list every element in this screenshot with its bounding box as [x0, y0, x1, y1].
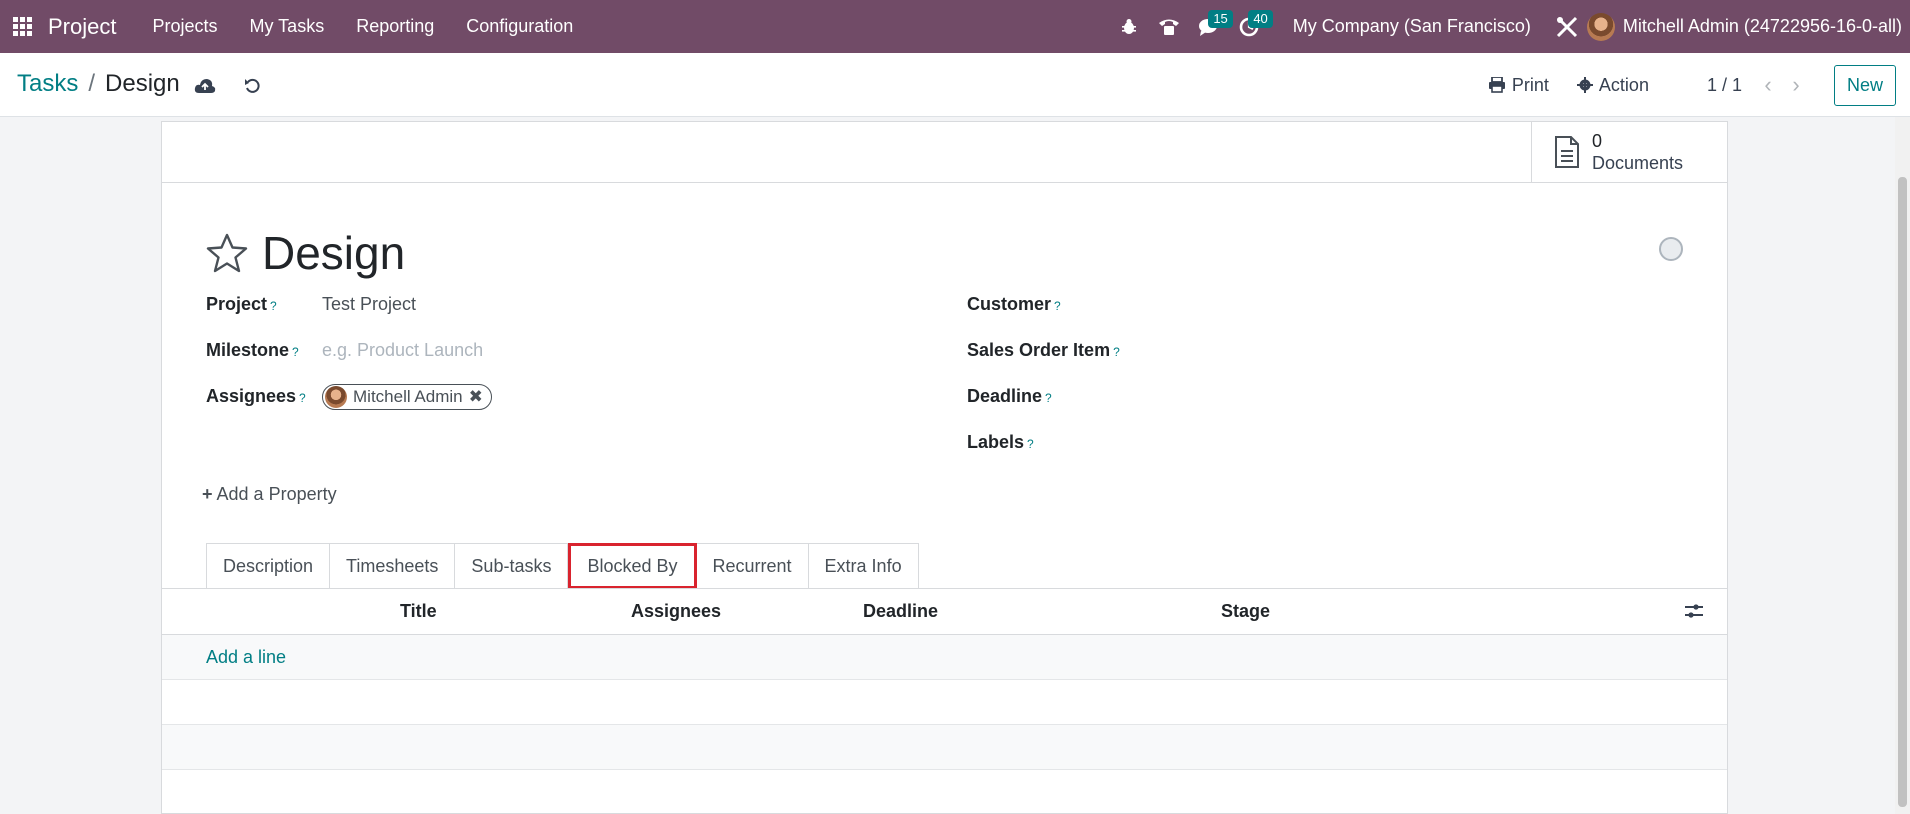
main-menu: Projects My Tasks Reporting Configuratio… [136, 0, 589, 53]
print-button[interactable]: Print [1488, 75, 1549, 96]
deadline-field: Deadline? [967, 386, 1052, 407]
add-property-label: Add a Property [216, 484, 337, 504]
activities-clock-icon[interactable]: 40 [1229, 0, 1273, 53]
tab-blocked-by[interactable]: Blocked By [568, 543, 697, 589]
column-title[interactable]: Title [400, 601, 437, 622]
empty-row [162, 770, 1727, 814]
customer-help[interactable]: ? [1054, 299, 1061, 313]
plus-icon: + [202, 484, 213, 504]
breadcrumb: Tasks / Design [17, 70, 180, 98]
tab-timesheets[interactable]: Timesheets [330, 543, 456, 589]
breadcrumb-tasks[interactable]: Tasks [17, 70, 78, 98]
column-assignees[interactable]: Assignees [631, 601, 721, 622]
sales-order-item-help[interactable]: ? [1113, 345, 1120, 359]
action-button[interactable]: Action [1576, 74, 1649, 96]
smart-button-box: 0 Documents [162, 122, 1727, 183]
add-line-row: Add a line [162, 635, 1727, 680]
milestone-label: Milestone [206, 340, 290, 360]
documents-count: 0 [1592, 131, 1603, 151]
milestone-field: Milestone? e.g. Product Launch [206, 340, 483, 361]
new-button[interactable]: New [1833, 64, 1896, 106]
pager-previous-icon[interactable]: ‹ [1754, 72, 1782, 98]
apps-menu-icon[interactable] [2, 0, 42, 53]
tab-extra-info[interactable]: Extra Info [808, 543, 919, 589]
print-label: Print [1511, 74, 1549, 95]
assignees-field: Assignees? Mitchell Admin ✖ [206, 384, 492, 410]
save-cloud-icon[interactable] [192, 73, 218, 99]
tab-recurrent[interactable]: Recurrent [696, 543, 809, 589]
messages-icon[interactable]: 15 [1189, 0, 1233, 53]
page-scrollbar[interactable] [1895, 117, 1910, 814]
discard-undo-icon[interactable] [240, 73, 266, 99]
labels-field: Labels? [967, 432, 1034, 453]
assignees-label: Assignees [206, 386, 297, 406]
systray: 15 40 My Company (San Francisco) Mitchel… [1109, 0, 1910, 53]
scrollbar-thumb[interactable] [1898, 177, 1907, 807]
optional-columns-icon[interactable] [1685, 603, 1703, 624]
sales-order-item-field: Sales Order Item? [967, 340, 1120, 361]
document-icon [1555, 136, 1579, 168]
labels-help[interactable]: ? [1027, 437, 1034, 451]
add-property-button[interactable]: + Add a Property [202, 484, 337, 505]
sales-order-item-label: Sales Order Item [967, 340, 1111, 360]
customer-field: Customer? [967, 294, 1061, 315]
user-menu[interactable]: Mitchell Admin (24722956-16-0-all) [1586, 12, 1910, 41]
column-deadline[interactable]: Deadline [863, 601, 938, 622]
project-value[interactable]: Test Project [322, 294, 416, 315]
remove-tag-icon[interactable]: ✖ [469, 387, 483, 407]
breadcrumb-current: Design [105, 70, 180, 97]
user-name: Mitchell Admin (24722956-16-0-all) [1622, 16, 1902, 36]
print-icon [1488, 77, 1505, 93]
activities-badge: 40 [1248, 10, 1273, 28]
action-label: Action [1598, 74, 1649, 95]
user-avatar [1586, 12, 1615, 41]
kanban-state-circle[interactable] [1659, 237, 1683, 261]
tab-description[interactable]: Description [206, 543, 331, 589]
add-a-line-link[interactable]: Add a line [206, 647, 286, 668]
pager-value[interactable]: 1 / 1 [1707, 75, 1742, 96]
control-panel-actions: Print Action 1 / 1 ‹ › New [1488, 53, 1910, 117]
menu-reporting[interactable]: Reporting [340, 0, 450, 53]
notebook-tabs: Description Timesheets Sub-tasks Blocked… [206, 543, 919, 589]
tab-sub-tasks[interactable]: Sub-tasks [455, 543, 569, 589]
milestone-help[interactable]: ? [292, 345, 299, 359]
assignee-tag[interactable]: Mitchell Admin ✖ [322, 384, 492, 410]
star-icon[interactable] [206, 233, 248, 273]
project-help[interactable]: ? [270, 299, 277, 313]
assignee-name: Mitchell Admin [353, 387, 463, 406]
pager-next-icon[interactable]: › [1782, 72, 1810, 98]
menu-configuration[interactable]: Configuration [450, 0, 589, 53]
milestone-input[interactable]: e.g. Product Launch [322, 340, 483, 361]
labels-label: Labels [967, 432, 1025, 452]
gear-icon [1576, 77, 1593, 93]
assignees-help[interactable]: ? [299, 391, 306, 405]
top-navbar: Project Projects My Tasks Reporting Conf… [0, 0, 1910, 53]
title-row: Design [206, 226, 405, 280]
documents-smart-button[interactable]: 0 Documents [1531, 122, 1727, 182]
control-panel: Tasks / Design Print Action 1 / 1 ‹ › Ne… [0, 53, 1910, 117]
company-switcher[interactable]: My Company (San Francisco) [1269, 16, 1547, 37]
deadline-label: Deadline [967, 386, 1043, 406]
task-title[interactable]: Design [262, 226, 405, 280]
project-field: Project? Test Project [206, 294, 416, 315]
phone-icon[interactable] [1149, 0, 1189, 53]
empty-row [162, 725, 1727, 770]
deadline-help[interactable]: ? [1045, 391, 1052, 405]
project-label: Project [206, 294, 268, 314]
documents-label: Documents [1592, 153, 1684, 173]
menu-my-tasks[interactable]: My Tasks [234, 0, 341, 53]
bug-icon[interactable] [1109, 0, 1149, 53]
column-stage[interactable]: Stage [1221, 601, 1270, 622]
debug-tools-icon[interactable] [1547, 0, 1587, 53]
form-sheet: 0 Documents Design Project? Test Project… [161, 121, 1728, 814]
breadcrumb-separator: / [88, 70, 96, 97]
empty-row [162, 680, 1727, 725]
customer-label: Customer [967, 294, 1052, 314]
list-header: Title Assignees Deadline Stage [162, 589, 1727, 635]
app-name[interactable]: Project [48, 14, 116, 40]
assignee-avatar [325, 386, 347, 408]
menu-projects[interactable]: Projects [136, 0, 233, 53]
